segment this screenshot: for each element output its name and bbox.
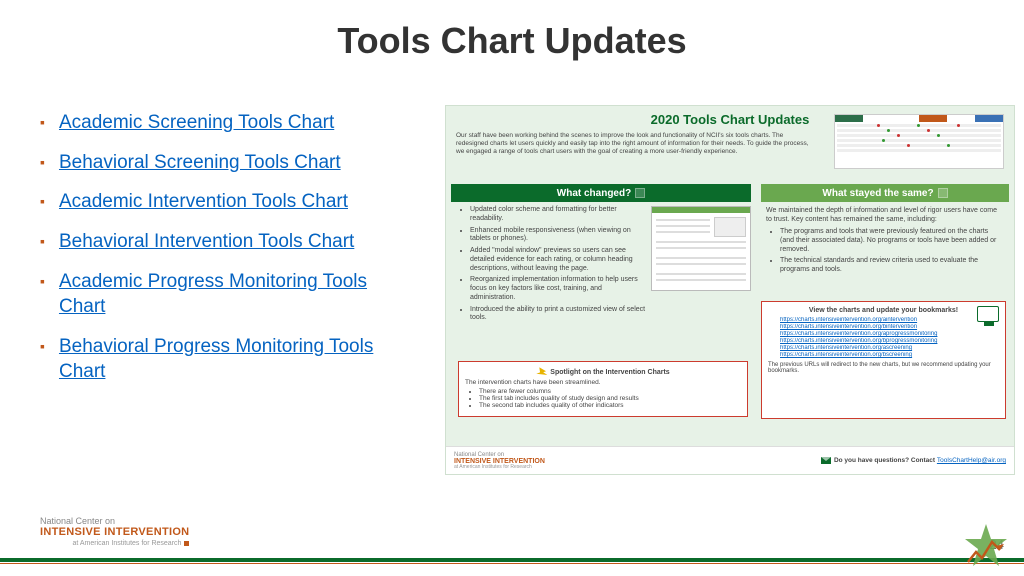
spotlight-item: The second tab includes quality of other… (479, 402, 741, 409)
what-stayed-same-header: What stayed the same? (761, 184, 1009, 202)
flashlight-icon (535, 366, 548, 379)
chart-url-link[interactable]: https://charts.intensiveintervention.org… (780, 324, 999, 330)
link-behavioral-intervention[interactable]: Behavioral Intervention Tools Chart (59, 229, 354, 255)
same-item: The programs and tools that were previou… (780, 228, 1001, 254)
link-behavioral-progress-monitoring[interactable]: Behavioral Progress Monitoring Tools Cha… (59, 334, 410, 385)
link-academic-intervention[interactable]: Academic Intervention Tools Chart (59, 189, 348, 215)
changed-item: Introduced the ability to print a custom… (470, 306, 648, 324)
contact-email-link[interactable]: ToolsChartHelp@air.org (937, 457, 1006, 464)
same-item: The technical standards and review crite… (780, 257, 1001, 275)
document-icon (635, 188, 645, 198)
computer-icon (977, 306, 999, 322)
chart-url-link[interactable]: https://charts.intensiveintervention.org… (780, 331, 999, 337)
modal-preview-thumbnail (651, 206, 751, 291)
tools-chart-updates-graphic: 2020 Tools Chart Updates Our staff have … (445, 105, 1015, 475)
spotlight-box: Spotlight on the Intervention Charts The… (458, 361, 748, 417)
changed-item: Reorganized implementation information t… (470, 276, 648, 302)
contact-line: Do you have questions? Contact ToolsChar… (821, 457, 1006, 464)
view-charts-box: View the charts and update your bookmark… (761, 301, 1006, 419)
slide-title: Tools Chart Updates (0, 20, 1024, 62)
ncii-logo-small: National Center on INTENSIVE INTERVENTIO… (454, 452, 545, 470)
chart-url-link[interactable]: https://charts.intensiveintervention.org… (780, 345, 999, 351)
changed-item: Added "modal window" previews so users c… (470, 247, 648, 273)
link-academic-screening[interactable]: Academic Screening Tools Chart (59, 110, 334, 136)
what-changed-list: Updated color scheme and formatting for … (458, 206, 648, 326)
chart-thumbnail (834, 114, 1004, 169)
link-behavioral-screening[interactable]: Behavioral Screening Tools Chart (59, 150, 341, 176)
chart-url-link[interactable]: https://charts.intensiveintervention.org… (780, 317, 999, 323)
bullet-icon: ▪ (40, 150, 45, 174)
spotlight-item: There are fewer columns (479, 388, 741, 395)
bullet-icon: ▪ (40, 189, 45, 213)
changed-item: Updated color scheme and formatting for … (470, 206, 648, 224)
what-changed-header: What changed? (451, 184, 751, 202)
ncii-footer-logo: National Center on INTENSIVE INTERVENTIO… (40, 516, 189, 548)
checklist-icon (938, 188, 948, 198)
spotlight-item: The first tab includes quality of study … (479, 395, 741, 402)
what-stayed-same-list: We maintained the depth of information a… (766, 206, 1001, 278)
chart-url-link[interactable]: https://charts.intensiveintervention.org… (780, 352, 999, 358)
bullet-icon: ▪ (40, 334, 45, 358)
bullet-icon: ▪ (40, 110, 45, 134)
spotlight-intro: The intervention charts have been stream… (465, 379, 741, 386)
spotlight-title: Spotlight on the Intervention Charts (550, 369, 669, 376)
view-charts-title: View the charts and update your bookmark… (768, 307, 999, 314)
same-intro-text: We maintained the depth of information a… (766, 206, 1001, 224)
footer-stripe (0, 558, 1024, 562)
tools-chart-links-list: ▪ Academic Screening Tools Chart ▪ Behavio… (40, 110, 410, 399)
bullet-icon: ▪ (40, 269, 45, 293)
graphic-footer: National Center on INTENSIVE INTERVENTIO… (446, 446, 1014, 474)
bullet-icon: ▪ (40, 229, 45, 253)
graphic-intro-text: Our staff have been working behind the s… (456, 132, 816, 156)
view-note: The previous URLs will redirect to the n… (768, 362, 999, 374)
square-icon (184, 541, 189, 546)
link-academic-progress-monitoring[interactable]: Academic Progress Monitoring Tools Chart (59, 269, 410, 320)
chart-url-link[interactable]: https://charts.intensiveintervention.org… (780, 338, 999, 344)
changed-item: Enhanced mobile responsiveness (when vie… (470, 227, 648, 245)
envelope-icon (821, 457, 831, 464)
ncii-star-logo-icon (962, 522, 1010, 570)
